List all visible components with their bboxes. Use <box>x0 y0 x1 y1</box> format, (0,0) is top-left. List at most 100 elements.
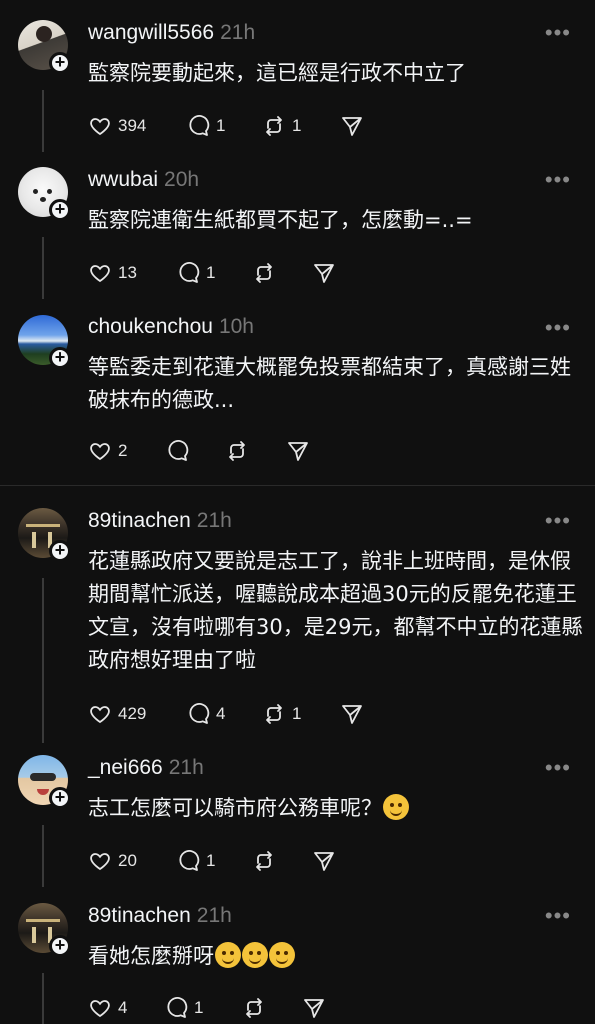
comment-count: 1 <box>206 851 216 870</box>
like-count: 429 <box>118 704 147 723</box>
username[interactable]: wwubai <box>88 168 158 191</box>
send-icon <box>342 117 362 136</box>
comment-bubble-icon <box>189 115 210 136</box>
comment-count: 4 <box>216 704 226 723</box>
post-time: 10h <box>218 315 254 338</box>
username-row[interactable]: choukenchou 10h <box>88 315 254 339</box>
heart-icon <box>90 118 110 136</box>
post-text: 花蓮縣政府又要說是志工了，說非上班時間，是休假期間幫忙派送，喔聽說成本超過30元… <box>88 549 583 672</box>
username-row[interactable]: _nei666 21h <box>88 756 204 780</box>
follow-plus-icon[interactable]: + <box>49 52 71 74</box>
like-button[interactable]: 2 <box>88 438 127 464</box>
more-options-icon[interactable]: ••• <box>545 508 571 534</box>
send-icon <box>288 442 308 461</box>
send-icon <box>304 999 324 1018</box>
comment-button[interactable] <box>165 438 189 464</box>
laughing-emoji-icon <box>383 794 409 820</box>
follow-plus-icon[interactable]: + <box>49 540 71 562</box>
like-count: 2 <box>118 441 128 460</box>
repost-button[interactable] <box>252 260 276 286</box>
share-button[interactable] <box>340 701 364 727</box>
like-button[interactable]: 394 <box>88 113 146 139</box>
comment-bubble-icon <box>179 850 200 871</box>
repost-button[interactable]: 1 <box>262 701 301 727</box>
like-button[interactable]: 429 <box>88 701 146 727</box>
username[interactable]: 89tinachen <box>88 509 191 532</box>
repost-icon <box>266 116 282 136</box>
username-row[interactable]: wangwill5566 21h <box>88 21 255 45</box>
follow-plus-icon[interactable]: + <box>49 199 71 221</box>
like-button[interactable]: 13 <box>88 260 137 286</box>
winking-emoji-icon <box>242 942 268 968</box>
post-text-content: 志工怎麼可以騎市府公務車呢？ <box>88 796 382 820</box>
thread-line <box>42 90 44 152</box>
share-button[interactable] <box>340 113 364 139</box>
more-options-icon[interactable]: ••• <box>545 315 571 341</box>
post-text: 看她怎麼掰呀 <box>88 940 588 973</box>
follow-plus-icon[interactable]: + <box>49 347 71 369</box>
post-time: 21h <box>196 509 232 532</box>
repost-icon <box>246 998 262 1018</box>
heart-icon <box>90 853 110 871</box>
heart-icon <box>90 706 110 724</box>
post-time: 20h <box>164 168 200 191</box>
username[interactable]: 89tinachen <box>88 904 191 927</box>
repost-icon <box>256 263 272 283</box>
repost-icon <box>256 851 272 871</box>
like-count: 394 <box>118 116 147 135</box>
thread-line <box>42 578 44 743</box>
comment-count: 1 <box>194 998 204 1017</box>
username[interactable]: _nei666 <box>88 756 163 779</box>
repost-button[interactable]: 1 <box>262 113 301 139</box>
share-button[interactable] <box>286 438 310 464</box>
username[interactable]: wangwill5566 <box>88 21 214 44</box>
repost-icon <box>229 441 245 461</box>
username-row[interactable]: wwubai 20h <box>88 168 199 192</box>
share-button[interactable] <box>302 995 326 1021</box>
username-row[interactable]: 89tinachen 21h <box>88 509 232 533</box>
comment-bubble-icon <box>179 262 200 283</box>
comment-button[interactable]: 1 <box>164 995 203 1021</box>
post-time: 21h <box>220 21 256 44</box>
post-text: 監察院要動起來，這已經是行政不中立了 <box>88 61 466 85</box>
follow-plus-icon[interactable]: + <box>49 787 71 809</box>
thread-divider <box>0 485 595 486</box>
send-icon <box>342 705 362 724</box>
heart-icon <box>90 1000 110 1018</box>
username-row[interactable]: 89tinachen 21h <box>88 904 232 928</box>
repost-count: 1 <box>292 704 302 723</box>
like-count: 4 <box>118 998 128 1017</box>
post-time: 21h <box>196 904 232 927</box>
smirking-emoji-icon <box>269 942 295 968</box>
comment-button[interactable]: 1 <box>176 848 215 874</box>
share-button[interactable] <box>312 848 336 874</box>
username[interactable]: choukenchou <box>88 315 213 338</box>
like-button[interactable]: 20 <box>88 848 137 874</box>
heart-icon <box>90 265 110 283</box>
repost-button[interactable] <box>225 438 249 464</box>
repost-button[interactable] <box>242 995 266 1021</box>
repost-button[interactable] <box>252 848 276 874</box>
comment-button[interactable]: 1 <box>186 113 225 139</box>
comment-count: 1 <box>206 263 216 282</box>
repost-count: 1 <box>292 116 302 135</box>
more-options-icon[interactable]: ••• <box>545 20 571 46</box>
thread-line <box>42 237 44 299</box>
comment-bubble-icon <box>168 440 189 461</box>
post-time: 21h <box>168 756 204 779</box>
thread-line <box>42 825 44 887</box>
post-text: 志工怎麼可以騎市府公務車呢？ <box>88 792 588 825</box>
more-options-icon[interactable]: ••• <box>545 755 571 781</box>
like-count: 13 <box>118 263 137 282</box>
comment-button[interactable]: 4 <box>186 701 225 727</box>
more-options-icon[interactable]: ••• <box>545 167 571 193</box>
like-button[interactable]: 4 <box>88 995 127 1021</box>
follow-plus-icon[interactable]: + <box>49 935 71 957</box>
more-options-icon[interactable]: ••• <box>545 903 571 929</box>
comment-button[interactable]: 1 <box>176 260 215 286</box>
post-text-content: 看她怎麼掰呀 <box>88 944 214 968</box>
repost-icon <box>266 704 282 724</box>
share-button[interactable] <box>312 260 336 286</box>
thread-line <box>42 973 44 1024</box>
heart-icon <box>90 443 110 461</box>
